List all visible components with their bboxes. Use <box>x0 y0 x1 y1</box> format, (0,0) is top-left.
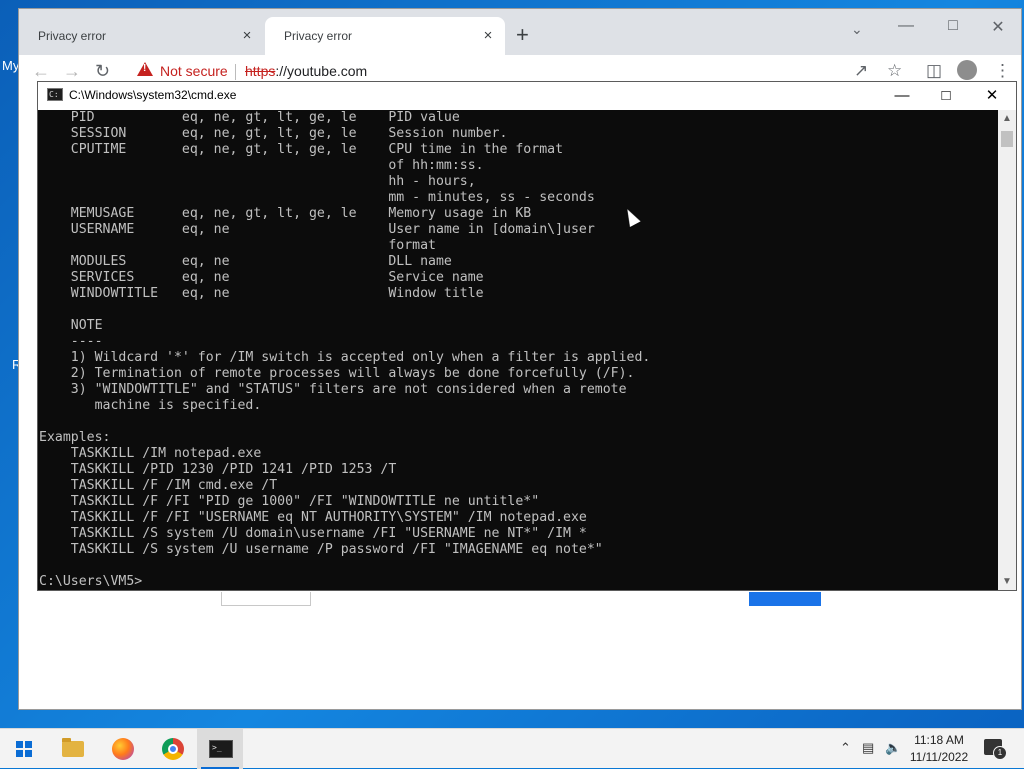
folder-icon <box>62 738 84 757</box>
forward-icon[interactable]: → <box>63 61 81 82</box>
new-tab-button[interactable]: + <box>516 24 529 46</box>
clock-time: 11:18 AM <box>914 733 964 747</box>
scrollbar[interactable]: ▲ ▼ <box>998 110 1016 590</box>
volume-icon[interactable]: 🔈 <box>885 740 901 756</box>
windows-logo-icon <box>16 741 32 757</box>
close-icon[interactable]: ✕ <box>984 17 1012 37</box>
maximize-icon[interactable]: □ <box>939 17 967 35</box>
console-line: format <box>39 238 436 253</box>
console-line: C:\Users\VM5> <box>39 574 143 589</box>
terminal-icon: >_ <box>209 740 233 758</box>
firefox-icon <box>112 738 134 760</box>
scrollbar-thumb[interactable] <box>1001 131 1013 147</box>
tab-privacy-error-1[interactable]: Privacy error × <box>19 17 264 55</box>
warning-icon <box>137 62 153 76</box>
tab-close-icon[interactable]: × <box>238 27 256 45</box>
console-output[interactable]: PID eq, ne, gt, lt, ge, le PID value SES… <box>39 110 997 590</box>
console-line: SESSION eq, ne, gt, lt, ge, le Session n… <box>39 126 508 141</box>
console-line: WINDOWTITLE eq, ne Window title <box>39 286 484 301</box>
cmd-title-bar[interactable]: C: C:\Windows\system32\cmd.exe — □ ✕ <box>38 82 1016 110</box>
scroll-down-icon[interactable]: ▼ <box>998 573 1016 590</box>
advanced-button[interactable] <box>749 592 821 606</box>
cmd-window-title: C:\Windows\system32\cmd.exe <box>69 88 237 102</box>
clock[interactable]: 11:18 AM 11/11/2022 <box>900 732 978 766</box>
profile-avatar-icon[interactable] <box>957 60 977 80</box>
maximize-icon[interactable]: □ <box>924 84 968 108</box>
show-hidden-icons-icon[interactable]: ⌃ <box>840 740 851 756</box>
console-line: 3) "WINDOWTITLE" and "STATUS" filters ar… <box>39 382 627 397</box>
console-line: ---- <box>39 334 103 349</box>
console-line: hh - hours, <box>39 174 476 189</box>
menu-icon[interactable]: ⋮ <box>994 61 1011 81</box>
network-icon[interactable]: ▤ <box>862 740 874 756</box>
console-line: of hh:mm:ss. <box>39 158 484 173</box>
console-line: MODULES eq, ne DLL name <box>39 254 452 269</box>
security-status[interactable]: Not secure <box>160 63 228 79</box>
start-button[interactable] <box>0 729 46 769</box>
tab-strip: Privacy error × Privacy error × + ⌄ — □ … <box>19 9 1021 55</box>
console-line: 2) Termination of remote processes will … <box>39 366 635 381</box>
close-icon[interactable]: ✕ <box>970 84 1014 108</box>
desktop-icon-label[interactable]: My <box>2 58 19 73</box>
chrome-button[interactable] <box>150 729 196 769</box>
url-host: ://youtube.com <box>275 63 368 79</box>
url-scheme: https <box>245 63 276 79</box>
tab-close-icon[interactable]: × <box>479 27 497 45</box>
url-text[interactable]: https://youtube.com <box>245 63 367 79</box>
tab-privacy-error-2[interactable]: Privacy error × <box>265 17 505 55</box>
back-icon[interactable]: ← <box>32 61 50 82</box>
console-line: mm - minutes, ss - seconds <box>39 190 595 205</box>
cmd-taskbar-button[interactable]: >_ <box>197 729 243 769</box>
scroll-up-icon[interactable]: ▲ <box>998 110 1016 127</box>
console-line: machine is specified. <box>39 398 262 413</box>
console-line: TASKKILL /PID 1230 /PID 1241 /PID 1253 /… <box>39 462 397 477</box>
console-line: TASKKILL /S system /U domain\username /F… <box>39 526 587 541</box>
console-line: TASKKILL /S system /U username /P passwo… <box>39 542 603 557</box>
console-line: MEMUSAGE eq, ne, gt, lt, ge, le Memory u… <box>39 206 532 221</box>
console-line: PID eq, ne, gt, lt, ge, le PID value <box>39 110 460 125</box>
console-line: NOTE <box>39 318 103 333</box>
divider <box>235 64 236 80</box>
console-line: SERVICES eq, ne Service name <box>39 270 484 285</box>
bookmark-star-icon[interactable]: ☆ <box>887 61 902 81</box>
console-line: TASKKILL /IM notepad.exe <box>39 446 262 461</box>
minimize-icon[interactable]: — <box>880 84 924 108</box>
minimize-icon[interactable]: — <box>892 17 920 35</box>
share-icon[interactable]: ↗ <box>854 61 868 81</box>
reload-icon[interactable]: ↻ <box>95 61 110 82</box>
console-line: TASKKILL /F /FI "USERNAME eq NT AUTHORIT… <box>39 510 587 525</box>
back-to-safety-button[interactable] <box>221 592 311 606</box>
tab-title: Privacy error <box>284 29 353 43</box>
clock-date: 11/11/2022 <box>909 750 969 764</box>
taskbar: >_ ⌃ ▤ 🔈 11:18 AM 11/11/2022 1 <box>0 728 1024 769</box>
console-line: 1) Wildcard '*' for /IM switch is accept… <box>39 350 651 365</box>
console-line: TASKKILL /F /IM cmd.exe /T <box>39 478 278 493</box>
file-explorer-button[interactable] <box>50 729 96 769</box>
cmd-window: C: C:\Windows\system32\cmd.exe — □ ✕ PID… <box>37 81 1017 591</box>
cmd-app-icon: C: <box>47 88 63 101</box>
chrome-icon <box>162 738 184 760</box>
console-line: USERNAME eq, ne User name in [domain\]us… <box>39 222 595 237</box>
firefox-button[interactable] <box>100 729 146 769</box>
console-line: TASKKILL /F /FI "PID ge 1000" /FI "WINDO… <box>39 494 540 509</box>
console-line: CPUTIME eq, ne, gt, lt, ge, le CPU time … <box>39 142 564 157</box>
console-line: Examples: <box>39 430 111 445</box>
tab-title: Privacy error <box>38 29 107 43</box>
tab-search-icon[interactable]: ⌄ <box>851 21 863 38</box>
side-panel-icon[interactable]: ◫ <box>926 61 942 81</box>
notification-count-badge: 1 <box>993 746 1007 760</box>
